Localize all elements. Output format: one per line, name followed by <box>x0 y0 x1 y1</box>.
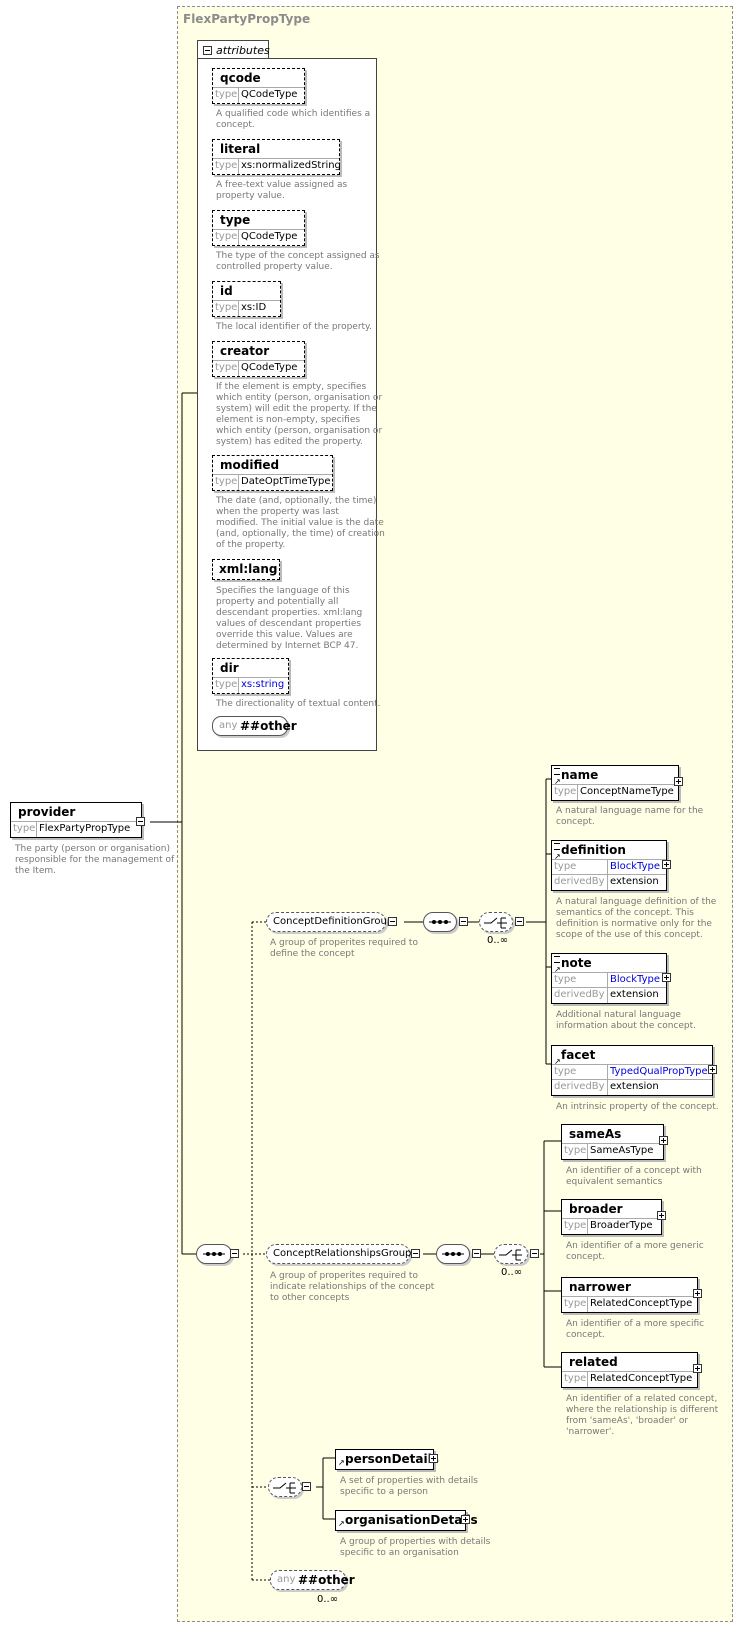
group-description: A group of properites required to define … <box>270 938 418 959</box>
collapse-toggle-icon[interactable] <box>530 1249 539 1258</box>
collapse-toggle-icon[interactable] <box>459 917 468 926</box>
attribute-any-other[interactable]: any ##other <box>212 716 297 736</box>
element-facet[interactable]: ↗ facet type TypedQualPropType derivedBy e… <box>551 1045 713 1096</box>
element-description: An intrinsic property of the concept. <box>556 1102 719 1112</box>
choice-compositor-icon[interactable] <box>268 1477 302 1497</box>
attribute-description: The type of the concept assigned as contr… <box>216 251 380 272</box>
collapse-toggle-icon[interactable] <box>515 917 524 926</box>
provider-element[interactable]: provider type FlexPartyPropType <box>10 802 142 838</box>
expand-toggle-icon[interactable] <box>693 1289 702 1298</box>
element-description: A natural language definition of the sema… <box>556 897 717 940</box>
reference-arrow-icon: ↗ <box>338 1519 345 1528</box>
sequence-compositor-icon[interactable] <box>196 1244 232 1264</box>
expand-toggle-icon[interactable] <box>708 1065 717 1074</box>
attributes-label: attributes <box>216 44 270 57</box>
attribute-xml-lang[interactable]: xml:lang <box>212 559 280 580</box>
collapse-toggle-icon[interactable] <box>411 1249 420 1258</box>
element-definition[interactable]: ↗ definition type BlockType derivedBy exte… <box>551 840 667 891</box>
expand-toggle-icon[interactable] <box>693 1364 702 1373</box>
element-description: An identifier of a more generic concept. <box>566 1241 704 1262</box>
attribute-qcode[interactable]: qcode type QCodeType <box>212 68 305 104</box>
element-note[interactable]: ↗ note type BlockType derivedBy extension <box>551 953 667 1004</box>
expand-toggle-icon[interactable] <box>662 860 671 869</box>
attribute-name: qcode <box>220 71 261 85</box>
expand-toggle-icon[interactable] <box>659 1136 668 1145</box>
concept-definition-group[interactable]: ConceptDefinitionGroup <box>266 912 393 932</box>
collapse-toggle-icon[interactable] <box>472 1249 481 1258</box>
choice-compositor-icon[interactable] <box>479 912 513 932</box>
group-description: A group of properites required to indicat… <box>270 1271 435 1303</box>
element-icon <box>554 956 560 963</box>
attribute-description: A qualified code which identifies a conce… <box>216 109 371 130</box>
element-icon <box>554 843 560 850</box>
attribute-id[interactable]: id type xs:ID <box>212 281 281 317</box>
occurrence-label: 0..∞ <box>487 935 509 946</box>
element-narrower[interactable]: narrower type RelatedConceptType <box>561 1277 698 1313</box>
attribute-description: The local identifier of the property. <box>216 322 372 332</box>
element-organisationdetails[interactable]: ↗ organisationDetails <box>335 1510 478 1531</box>
collapse-toggle-icon[interactable] <box>203 46 212 55</box>
reference-arrow-icon: ↗ <box>338 1458 345 1467</box>
occurrence-label: 0..∞ <box>501 1267 523 1278</box>
concept-relationships-group[interactable]: ConceptRelationshipsGroup <box>266 1244 411 1264</box>
sequence-compositor-icon[interactable] <box>423 912 457 932</box>
occurrence-label: 0..∞ <box>317 1594 339 1605</box>
attribute-description: The date (and, optionally, the time) when… <box>216 496 385 550</box>
choice-compositor-icon[interactable] <box>494 1244 528 1264</box>
collapse-toggle-icon[interactable] <box>302 1482 311 1491</box>
attribute-description: Specifies the language of this property a… <box>216 586 363 651</box>
element-sameas[interactable]: sameAs type SameAsType <box>561 1124 664 1160</box>
collapse-toggle-icon[interactable] <box>230 1249 239 1258</box>
element-description: An identifier of a more specific concept. <box>566 1319 705 1340</box>
expand-toggle-icon[interactable] <box>461 1515 470 1524</box>
expand-toggle-icon[interactable] <box>674 777 683 786</box>
element-icon <box>554 768 560 775</box>
element-description: A set of properties with details specific… <box>340 1476 478 1497</box>
element-description: An identifier of a related concept, where… <box>566 1394 719 1437</box>
expand-toggle-icon[interactable] <box>429 1454 438 1463</box>
attribute-type[interactable]: type type QCodeType <box>212 210 305 246</box>
sequence-compositor-icon[interactable] <box>436 1244 470 1264</box>
attribute-creator[interactable]: creator type QCodeType <box>212 341 305 377</box>
element-any-other[interactable]: any ##other <box>270 1570 355 1590</box>
element-description: Additional natural language information a… <box>556 1010 697 1031</box>
element-persondetails[interactable]: ↗ personDetails <box>335 1449 439 1470</box>
attributes-tab[interactable]: attributes <box>197 40 270 59</box>
element-name[interactable]: ↗ name type ConceptNameType <box>551 765 679 801</box>
element-broader[interactable]: broader type BroaderType <box>561 1199 662 1235</box>
element-description: An identifier of a concept with equivalen… <box>566 1166 702 1187</box>
provider-description: The party (person or organisation) respon… <box>15 844 175 876</box>
attribute-dir[interactable]: dir type xs:string <box>212 658 289 694</box>
attribute-description: A free-text value assigned as property va… <box>216 180 348 201</box>
element-related[interactable]: related type RelatedConceptType <box>561 1352 698 1388</box>
attribute-description: The directionality of textual content. <box>216 699 381 709</box>
collapse-toggle-icon[interactable] <box>388 917 397 926</box>
expand-toggle-icon[interactable] <box>657 1211 666 1220</box>
element-description: A group of properties with details specif… <box>340 1537 491 1558</box>
expand-toggle-icon[interactable] <box>662 973 671 982</box>
element-description: A natural language name for the concept. <box>556 806 704 827</box>
collapse-toggle-icon[interactable] <box>136 817 145 826</box>
attribute-description: If the element is empty, specifies which … <box>216 382 383 447</box>
attribute-literal[interactable]: literal type xs:normalizedString <box>212 139 341 175</box>
attribute-modified[interactable]: modified type DateOptTimeType <box>212 455 333 491</box>
